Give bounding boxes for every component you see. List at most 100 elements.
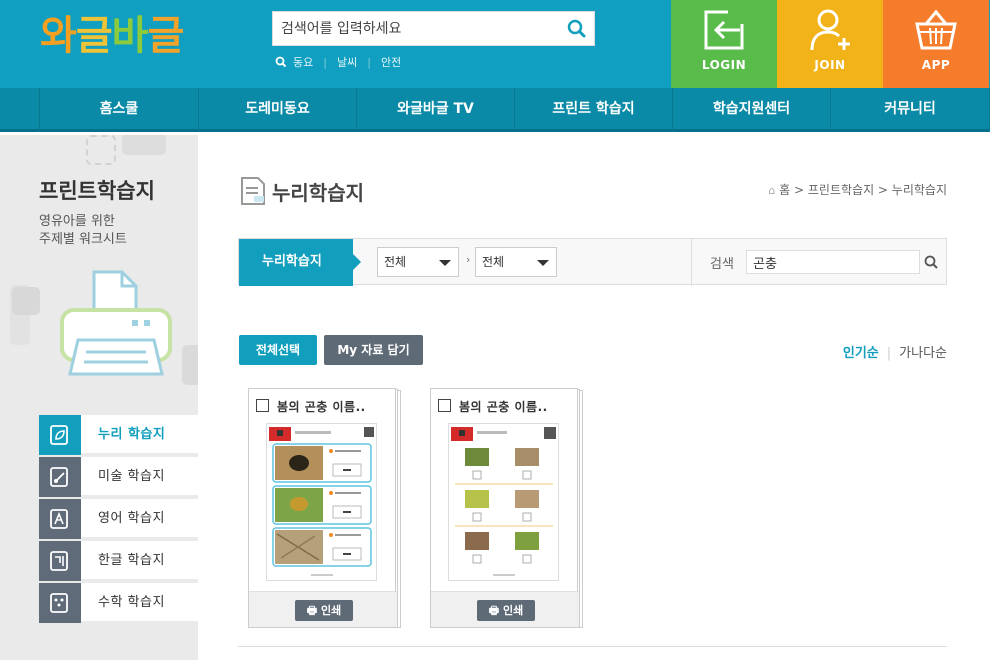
decoration — [12, 287, 40, 315]
sidebar-desc-line: 영유아를 위한 — [39, 214, 115, 229]
decoration — [122, 135, 166, 155]
printer-icon: 🖶 — [488, 604, 500, 617]
print-button[interactable]: 🖶 인쇄 — [295, 600, 353, 621]
letter-a-icon — [39, 499, 81, 539]
filter-search-input[interactable] — [746, 250, 920, 274]
sidebar-item-label: 영어 학습지 — [98, 511, 165, 526]
worksheet-icon — [241, 177, 265, 205]
divider: | — [367, 55, 371, 69]
top-header: 와글바글 동요 | 날씨 | 안전 LOGIN JOIN APP — [0, 0, 990, 88]
sort-alphabetical[interactable]: 가나다순 — [899, 346, 947, 361]
print-label: 인쇄 — [320, 604, 342, 617]
chevron-down-icon — [439, 260, 451, 266]
card-footer: 🖶 인쇄 — [249, 591, 397, 627]
card-checkbox[interactable] — [438, 399, 451, 412]
sidebar-item-art[interactable]: 미술 학습지 — [39, 457, 198, 497]
dice-icon — [39, 583, 81, 623]
worksheet-card[interactable]: 봄의 곤충 이름.. 🖶 인쇄 — [248, 388, 401, 630]
card-face: 봄의 곤충 이름.. 🖶 인쇄 — [248, 388, 397, 628]
sort-options: 인기순 | 가나다순 — [843, 342, 947, 361]
leaf-icon — [39, 415, 81, 455]
search-box — [272, 11, 595, 46]
search-icon — [275, 56, 287, 68]
sidebar-description: 영유아를 위한 주제별 워크시트 — [39, 213, 189, 249]
divider — [691, 239, 692, 286]
select-value: 전체 — [482, 255, 505, 269]
nav-item-community[interactable]: 커뮤니티 — [830, 88, 990, 132]
divider — [238, 646, 947, 647]
print-label: 인쇄 — [502, 604, 524, 617]
quick-link-song[interactable]: 동요 — [293, 54, 313, 70]
card-title: 봄의 곤충 이름.. — [459, 400, 548, 414]
filter-bar: 누리학습지 전체 › 전체 검색 — [238, 238, 947, 286]
sidebar-item-label: 미술 학습지 — [98, 469, 165, 484]
login-label: LOGIN — [701, 58, 747, 72]
nav-item-support[interactable]: 학습지원센터 — [672, 88, 830, 132]
print-button[interactable]: 🖶 인쇄 — [477, 600, 535, 621]
category-select-2[interactable]: 전체 — [475, 247, 557, 277]
card-footer: 🖶 인쇄 — [431, 591, 579, 627]
sidebar-item-hangul[interactable]: 한글 학습지 — [39, 541, 198, 581]
logo-char: 바 — [111, 13, 149, 59]
sidebar-item-label: 누리 학습지 — [98, 427, 166, 442]
brush-icon — [39, 457, 81, 497]
select-all-button[interactable]: 전체선택 — [239, 335, 317, 365]
chevron-down-icon — [537, 260, 549, 266]
card-face: 봄의 곤충 이름.. 🖶 인쇄 — [430, 388, 579, 628]
card-title: 봄의 곤충 이름.. — [277, 400, 366, 414]
sidebar-item-label: 수학 학습지 — [98, 595, 165, 610]
sidebar: 프린트학습지 영유아를 위한 주제별 워크시트 누리 학습지 미술 학습지 영어… — [0, 135, 198, 660]
category-select-1[interactable]: 전체 — [377, 247, 459, 277]
login-icon — [704, 10, 744, 50]
page-title: 누리학습지 — [272, 181, 364, 205]
worksheet-thumbnail[interactable] — [448, 423, 559, 581]
filter-search-label: 검색 — [710, 257, 734, 272]
logo-char: 글 — [75, 13, 113, 59]
select-value: 전체 — [384, 255, 407, 269]
join-button[interactable]: JOIN — [777, 0, 883, 88]
app-label: APP — [921, 58, 951, 72]
sidebar-item-math[interactable]: 수학 학습지 — [39, 583, 198, 623]
nav-item-doremi[interactable]: 도레미동요 — [198, 88, 356, 132]
save-to-my-button[interactable]: My 자료 담기 — [324, 335, 423, 365]
sidebar-item-label: 한글 학습지 — [98, 553, 165, 568]
sort-popular[interactable]: 인기순 — [843, 346, 879, 361]
main-nav: 홈스쿨 도레미동요 와글바글 TV 프린트 학습지 학습지원센터 커뮤니티 — [0, 88, 990, 132]
home-icon[interactable]: ⌂ — [768, 184, 775, 197]
logo-char: 글 — [147, 13, 184, 59]
nav-item-print[interactable]: 프린트 학습지 — [514, 88, 672, 132]
sidebar-item-nuri[interactable]: 누리 학습지 — [39, 415, 198, 455]
worksheet-card[interactable]: 봄의 곤충 이름.. 🖶 인쇄 — [430, 388, 583, 630]
decoration — [86, 135, 116, 165]
decoration — [182, 345, 198, 385]
divider: | — [323, 55, 327, 69]
card-checkbox[interactable] — [256, 399, 269, 412]
user-plus-icon — [810, 9, 850, 51]
quick-link-safety[interactable]: 안전 — [381, 54, 401, 70]
app-button[interactable]: APP — [883, 0, 989, 88]
sidebar-title: 프린트학습지 — [39, 179, 155, 203]
worksheet-thumbnail[interactable] — [266, 423, 377, 581]
nav-item-homeschool[interactable]: 홈스쿨 — [39, 88, 198, 132]
printer-icon: 🖶 — [306, 604, 318, 617]
join-label: JOIN — [814, 58, 846, 72]
filter-tab[interactable]: 누리학습지 — [239, 239, 361, 286]
nav-item-tv[interactable]: 와글바글 TV — [356, 88, 514, 132]
sidebar-item-english[interactable]: 영어 학습지 — [39, 499, 198, 539]
hangul-icon — [39, 541, 81, 581]
login-button[interactable]: LOGIN — [671, 0, 777, 88]
search-input[interactable] — [273, 12, 561, 45]
site-logo[interactable]: 와글바글 — [40, 12, 184, 60]
quick-link-weather[interactable]: 날씨 — [337, 54, 357, 70]
breadcrumb-text: 홈 > 프린트학습지 > 누리학습지 — [779, 183, 947, 197]
logo-char: 와 — [40, 13, 77, 59]
basket-icon — [915, 9, 957, 50]
sidebar-desc-line: 주제별 워크시트 — [39, 232, 127, 247]
printer-illustration — [60, 270, 172, 376]
search-icon[interactable] — [566, 19, 588, 39]
quick-links: 동요 | 날씨 | 안전 — [275, 54, 401, 70]
divider: | — [886, 346, 892, 361]
chevron-right-icon: › — [466, 253, 471, 266]
search-icon[interactable] — [924, 255, 938, 269]
breadcrumb: ⌂ 홈 > 프린트학습지 > 누리학습지 — [768, 181, 947, 198]
